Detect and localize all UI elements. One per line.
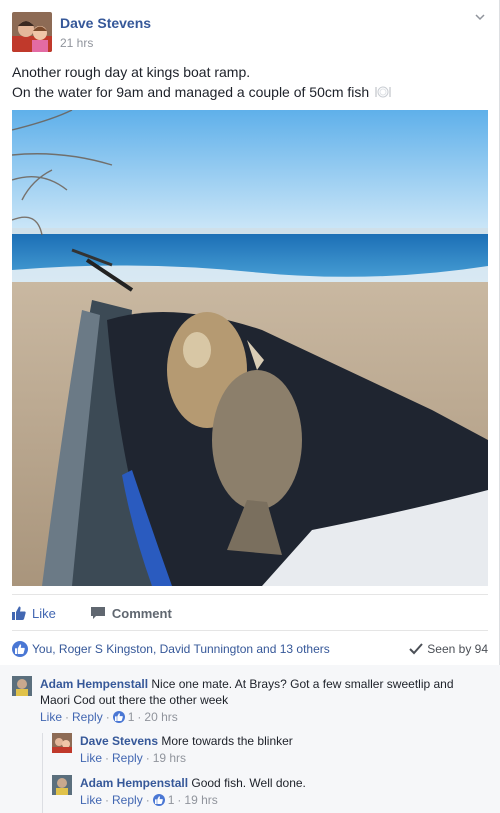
- post-action-bar: Like Comment: [12, 598, 488, 628]
- comment-text: More towards the blinker: [161, 734, 293, 748]
- separator-dot: ·: [177, 793, 182, 807]
- post-author-name[interactable]: Dave Stevens: [60, 14, 151, 32]
- separator-dot: ·: [145, 751, 150, 765]
- author-avatar[interactable]: [12, 12, 52, 52]
- like-reaction-icon: [12, 641, 28, 657]
- comment-reply: Dave Stevens More towards the blinker Li…: [52, 733, 293, 766]
- like-button[interactable]: Like: [12, 606, 56, 621]
- like-button-label: Like: [32, 605, 56, 621]
- thumbs-up-icon: [12, 606, 26, 620]
- comments-section: Adam Hempenstall Nice one mate. At Brays…: [0, 665, 500, 813]
- comment-meta: Like · Reply · 19 hrs: [80, 750, 293, 766]
- separator-dot: ·: [105, 710, 110, 724]
- comment-text-line1: Adam Hempenstall Good fish. Well done.: [80, 775, 306, 791]
- comment-time[interactable]: 19 hrs: [153, 750, 186, 766]
- post-text-line2: On the water for 9am and managed a coupl…: [12, 84, 370, 100]
- divider: [12, 594, 488, 595]
- post-text: Another rough day at kings boat ramp. On…: [12, 62, 488, 102]
- post-photo[interactable]: [12, 110, 488, 586]
- comment: Adam Hempenstall Nice one mate. At Brays…: [12, 676, 454, 725]
- like-reaction-icon: [152, 794, 165, 806]
- separator-dot: ·: [145, 793, 150, 807]
- comment-author[interactable]: Adam Hempenstall: [80, 776, 188, 790]
- seen-by-label: Seen by 94: [427, 642, 488, 656]
- comment-text-line1: Dave Stevens More towards the blinker: [80, 733, 293, 749]
- reactions-summary: You, Roger S Kingston, David Tunnington …: [12, 638, 488, 660]
- comment-body: Dave Stevens More towards the blinker Li…: [80, 733, 293, 766]
- reactions-names[interactable]: You, Roger S Kingston, David Tunnington …: [32, 642, 330, 656]
- separator-dot: ·: [137, 710, 142, 724]
- post-text-line1: Another rough day at kings boat ramp.: [12, 64, 251, 80]
- post-header-text: Dave Stevens 21 hrs: [60, 12, 151, 51]
- post-timestamp[interactable]: 21 hrs: [60, 35, 151, 51]
- separator-dot: ·: [105, 751, 110, 765]
- comment-button[interactable]: Comment: [90, 606, 172, 621]
- comment-reply-link[interactable]: Reply: [112, 792, 143, 808]
- comment-author[interactable]: Dave Stevens: [80, 734, 158, 748]
- like-reaction-icon: [112, 711, 125, 723]
- comment-like-link[interactable]: Like: [40, 709, 62, 725]
- facebook-post: Dave Stevens 21 hrs Another rough day at…: [0, 0, 500, 813]
- comment-like-count[interactable]: 1: [128, 709, 135, 725]
- plate-fork-knife-icon: [375, 84, 391, 98]
- commenter-avatar[interactable]: [12, 676, 32, 696]
- comment-like-link[interactable]: Like: [80, 750, 102, 766]
- comment-button-label: Comment: [111, 605, 172, 621]
- commenter-avatar[interactable]: [52, 775, 72, 795]
- divider: [12, 630, 488, 631]
- separator-dot: ·: [65, 710, 70, 724]
- comment-text: Nice one mate. At Brays? Got a few small…: [151, 677, 454, 691]
- post-header: Dave Stevens 21 hrs: [12, 12, 151, 52]
- comment-icon: [90, 607, 105, 619]
- comment-body: Adam Hempenstall Nice one mate. At Brays…: [40, 676, 454, 725]
- seen-by[interactable]: Seen by 94: [409, 642, 488, 656]
- comment-text: Good fish. Well done.: [191, 776, 306, 790]
- comment-reply: Adam Hempenstall Good fish. Well done. L…: [52, 775, 306, 808]
- comment-author[interactable]: Adam Hempenstall: [40, 677, 148, 691]
- comment-time[interactable]: 19 hrs: [184, 792, 217, 808]
- comment-like-count[interactable]: 1: [168, 792, 175, 808]
- commenter-avatar[interactable]: [52, 733, 72, 753]
- comment-time[interactable]: 20 hrs: [144, 709, 177, 725]
- comment-reply-link[interactable]: Reply: [112, 750, 143, 766]
- comment-body: Adam Hempenstall Good fish. Well done. L…: [80, 775, 306, 808]
- checkmark-icon: [409, 643, 424, 655]
- comment-text-line2: Maori Cod out there the other week: [40, 693, 229, 707]
- reply-thread-rail: [42, 733, 43, 813]
- comment-text-line1: Adam Hempenstall Nice one mate. At Brays…: [40, 676, 454, 692]
- chevron-down-icon[interactable]: [473, 10, 487, 24]
- comment-like-link[interactable]: Like: [80, 792, 102, 808]
- comment-meta: Like · Reply · 1 · 19 hrs: [80, 792, 306, 808]
- post-text-line2-wrap: On the water for 9am and managed a coupl…: [12, 82, 488, 102]
- comment-meta: Like · Reply · 1 · 20 hrs: [40, 709, 454, 725]
- comment-reply-link[interactable]: Reply: [72, 709, 103, 725]
- separator-dot: ·: [105, 793, 110, 807]
